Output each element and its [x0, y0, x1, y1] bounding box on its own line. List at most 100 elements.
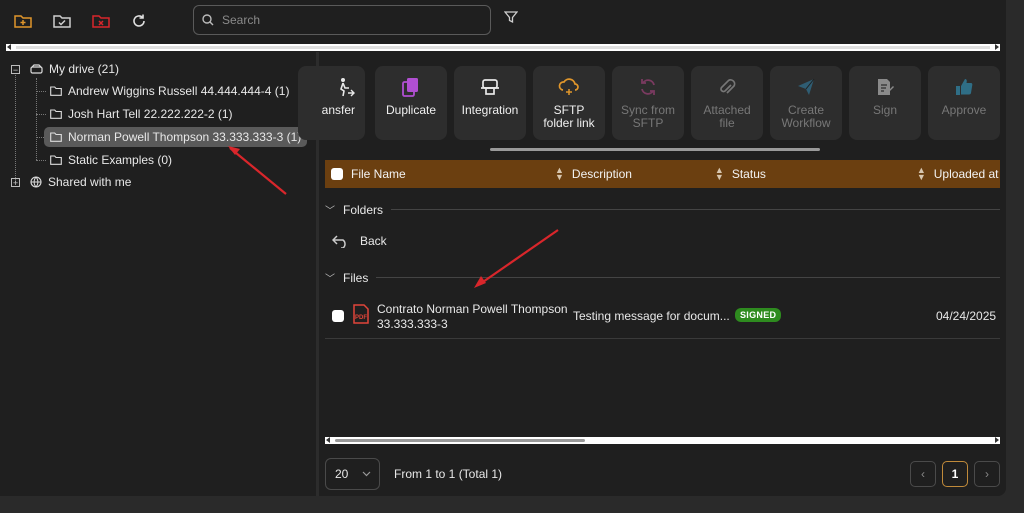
chevron-down-icon: ﹀ [325, 274, 335, 285]
files-label: Files [343, 270, 369, 285]
globe-icon [30, 176, 42, 188]
collapse-icon[interactable]: − [11, 65, 20, 74]
tree-item-andrew[interactable]: Andrew Wiggins Russell 44.444.444-4 (1) [50, 82, 289, 100]
pagination: 20 From 1 to 1 (Total 1) ‹ 1 › [325, 458, 1000, 490]
action-sync-from-sftp[interactable]: Sync from SFTP [612, 66, 684, 140]
file-name-line1: Contrato Norman Powell Thompson [377, 302, 568, 316]
folder-icon [50, 109, 62, 119]
app-window: − My drive (21) Andrew Wiggins Russell 4… [0, 0, 1006, 496]
tree-item-josh[interactable]: Josh Hart Tell 22.222.222-2 (1) [50, 105, 233, 123]
folder-icon [50, 132, 62, 142]
annotation-arrow [228, 146, 287, 195]
action-create-workflow[interactable]: Create Workflow [770, 66, 842, 140]
folder-icon [50, 86, 62, 96]
chevron-down-icon [362, 471, 371, 477]
action-label: SFTP folder link [543, 103, 595, 130]
paperclip-icon [718, 76, 736, 98]
sort-icon[interactable]: ▲ ▼ [715, 166, 724, 182]
page-button[interactable]: 1 [942, 461, 968, 487]
expand-icon[interactable]: + [11, 178, 20, 187]
sftp-link-icon [558, 76, 580, 98]
search-box[interactable] [193, 5, 491, 35]
tree-item-label: Andrew Wiggins Russell 44.444.444-4 (1) [68, 84, 290, 98]
sync-icon [638, 76, 658, 98]
undo-icon [332, 235, 346, 248]
file-panel: ansfer Duplicate Integration SFTP folder … [298, 52, 1006, 496]
back-label: Back [360, 234, 387, 248]
file-name-line2: 33.333.333-3 [377, 317, 448, 331]
folder-check-icon[interactable] [50, 9, 74, 33]
column-uploaded-at[interactable]: Uploaded at [934, 167, 999, 181]
top-scrollbar[interactable] [6, 44, 1000, 51]
new-folder-icon[interactable] [11, 9, 35, 33]
prev-page-button[interactable]: ‹ [910, 461, 936, 487]
action-label: Sync from SFTP [620, 103, 675, 130]
tree-item-label: Norman Powell Thompson 33.333.333-3 (1) [68, 130, 302, 144]
tree-item-norman[interactable]: Norman Powell Thompson 33.333.333-3 (1) [44, 127, 308, 147]
send-icon [796, 76, 816, 98]
chevron-down-icon: ﹀ [325, 206, 335, 217]
sign-icon [875, 76, 895, 98]
transfer-icon [337, 76, 355, 98]
actions-scrollbar[interactable] [490, 148, 820, 151]
refresh-icon[interactable] [127, 9, 151, 33]
table-header: File Name ▲ ▼ Description ▲ ▼ Status ▲ ▼ Up… [325, 160, 1000, 188]
column-status[interactable]: Status [732, 167, 917, 181]
sort-icon[interactable]: ▲ ▼ [917, 166, 926, 182]
file-name[interactable]: Contrato Norman Powell Thompson 33.333.3… [377, 302, 568, 332]
folders-section[interactable]: ﹀ Folders [325, 202, 1000, 217]
row-checkbox[interactable] [332, 310, 344, 322]
thumbs-up-icon [954, 76, 974, 98]
table-row[interactable]: PDF Contrato Norman Powell Thompson 33.3… [325, 290, 1000, 339]
column-file-name[interactable]: File Name [351, 167, 555, 181]
tree-item-static[interactable]: Static Examples (0) [50, 151, 172, 169]
tree-root-my-drive[interactable]: My drive (21) [30, 60, 119, 78]
duplicate-icon [402, 76, 420, 98]
action-label: Approve [941, 103, 987, 117]
pagination-summary: From 1 to 1 (Total 1) [394, 467, 503, 481]
folder-icon [50, 155, 62, 165]
tree-shared-label: Shared with me [48, 175, 132, 189]
action-integration[interactable]: Integration [454, 66, 526, 140]
integration-icon [480, 76, 500, 98]
action-approve[interactable]: Approve [928, 66, 1000, 140]
page-size-value: 20 [335, 467, 349, 481]
tree-root-shared[interactable]: Shared with me [30, 173, 131, 191]
action-sign[interactable]: Sign [849, 66, 921, 140]
folder-tree: − My drive (21) Andrew Wiggins Russell 4… [0, 52, 316, 496]
table-scrollbar[interactable] [325, 437, 1000, 444]
action-sftp-folder-link[interactable]: SFTP folder link [533, 66, 605, 140]
files-section[interactable]: ﹀ Files [325, 270, 1000, 285]
folders-label: Folders [343, 202, 384, 217]
top-toolbar [0, 0, 1006, 42]
status-badge: SIGNED [735, 308, 782, 322]
select-all-checkbox[interactable] [331, 168, 343, 180]
next-page-button[interactable]: › [974, 461, 1000, 487]
page-size-select[interactable]: 20 [325, 458, 380, 490]
action-duplicate[interactable]: Duplicate [375, 66, 447, 140]
pdf-icon: PDF [353, 304, 369, 324]
action-attached-file[interactable]: Attached file [691, 66, 763, 140]
folder-x-icon[interactable] [89, 9, 113, 33]
filter-icon[interactable] [503, 10, 519, 27]
action-label: Integration [461, 103, 519, 117]
action-label: Create Workflow [781, 103, 831, 130]
tree-root-label: My drive (21) [49, 62, 120, 76]
back-row[interactable]: Back [332, 234, 387, 248]
svg-text:PDF: PDF [355, 315, 367, 321]
action-transfer[interactable]: ansfer [298, 66, 365, 140]
file-description: Testing message for docum... [573, 309, 730, 323]
sort-icon[interactable]: ▲ ▼ [555, 166, 564, 182]
search-input[interactable] [220, 12, 484, 28]
action-label: ansfer [321, 103, 355, 117]
action-label: Attached file [703, 103, 751, 130]
drive-icon [30, 64, 43, 74]
action-bar: ansfer Duplicate Integration SFTP folder … [298, 66, 1000, 140]
action-label: Duplicate [385, 103, 437, 117]
tree-item-label: Static Examples (0) [68, 153, 173, 167]
action-label: Sign [872, 103, 898, 117]
tree-item-label: Josh Hart Tell 22.222.222-2 (1) [68, 107, 233, 121]
search-icon [202, 14, 214, 26]
column-description[interactable]: Description [572, 167, 715, 181]
file-uploaded-at: 04/24/2025 [936, 309, 997, 323]
